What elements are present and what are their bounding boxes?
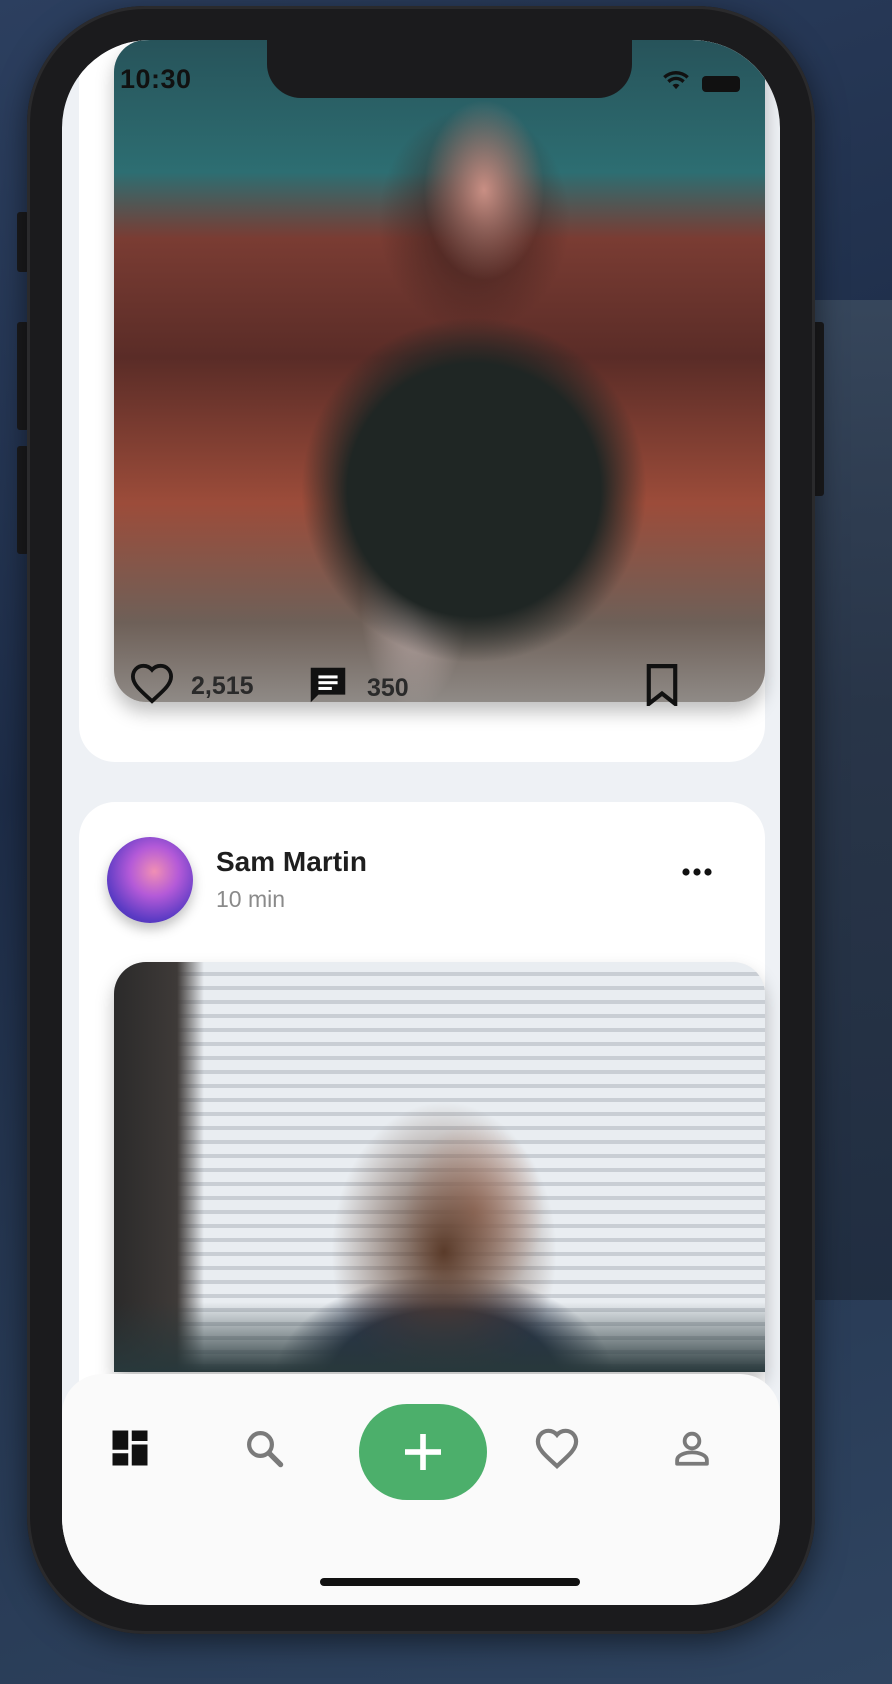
status-icons [662, 70, 740, 97]
add-post-button[interactable] [359, 1404, 487, 1500]
post-time: 10 min [216, 886, 286, 912]
app-screen: 10:30 2,515 350 Sam Martin 10 min [62, 40, 780, 1605]
post-header-2: Sam Martin 10 min [79, 802, 765, 952]
nav-dashboard[interactable] [108, 1428, 152, 1472]
comment-action[interactable]: 350 [305, 662, 409, 715]
avatar[interactable] [107, 837, 193, 923]
profile-icon[interactable] [671, 1427, 713, 1474]
post-card-1: 2,515 350 [79, 40, 765, 762]
post-photo-1[interactable] [114, 40, 765, 702]
search-icon[interactable] [243, 1427, 285, 1474]
nav-search[interactable] [242, 1428, 286, 1472]
battery-icon [702, 75, 740, 92]
comment-icon[interactable] [305, 662, 351, 715]
like-count: 2,515 [191, 672, 254, 700]
bookmark-icon[interactable] [645, 664, 679, 713]
post-actions-1: 2,515 350 [79, 663, 765, 772]
heart-outline-icon[interactable] [129, 662, 175, 711]
home-indicator[interactable] [320, 1578, 580, 1586]
bookmark-action[interactable] [645, 664, 679, 713]
nav-profile[interactable] [670, 1428, 714, 1472]
notch [267, 40, 632, 98]
bottom-navigation [62, 1374, 780, 1605]
phone-frame: 10:30 2,515 350 Sam Martin 10 min [27, 6, 815, 1634]
dashboard-icon[interactable] [109, 1427, 151, 1474]
author-name[interactable]: Sam Martin [216, 846, 367, 878]
heart-icon[interactable] [534, 1427, 580, 1474]
wifi-icon [662, 70, 690, 97]
more-options-button[interactable] [681, 864, 713, 882]
more-horizontal-icon[interactable] [681, 864, 713, 881]
post-photo-2[interactable] [114, 962, 765, 1372]
like-action[interactable]: 2,515 [129, 662, 254, 711]
comment-count: 350 [367, 674, 409, 702]
status-time: 10:30 [120, 64, 192, 94]
add-icon[interactable] [399, 1428, 447, 1481]
nav-favorites[interactable] [533, 1428, 581, 1472]
